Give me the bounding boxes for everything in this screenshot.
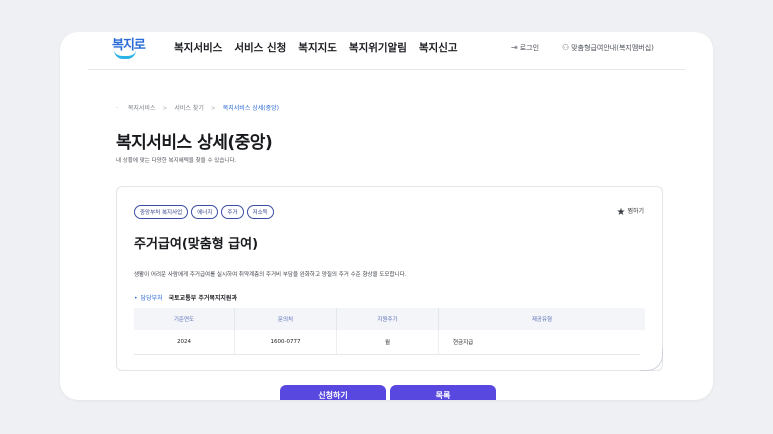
department-label: 담당부처 xyxy=(140,295,163,302)
breadcrumb-separator: > xyxy=(210,105,216,112)
person-icon: ⚇ xyxy=(562,43,570,52)
favorite-label: 찜하기 xyxy=(627,208,644,215)
department-value: 국토교통부 주거복지지원과 xyxy=(168,295,237,302)
cell-year: 2024 xyxy=(134,330,235,355)
service-info-table: 기준연도 문의처 지원주기 제공유형 2024 1600-0777 월 현금지급 xyxy=(134,308,645,355)
page-subtitle: 내 상황에 맞는 다양한 복지혜택을 찾을 수 있습니다. xyxy=(116,158,237,164)
breadcrumb-item-2[interactable]: 서비스 찾기 xyxy=(174,105,204,112)
main-nav: 복지서비스 서비스 신청 복지지도 복지위기알림 복지신고 xyxy=(174,40,458,55)
breadcrumb-separator: > xyxy=(162,105,168,112)
cell-contact: 1600-0777 xyxy=(234,330,337,355)
site-header: 복지로 복지서비스 서비스 신청 복지지도 복지위기알림 복지신고 ⇥ 로그인 ⚇… xyxy=(60,32,713,70)
service-description: 생활이 어려운 사람에게 주거급여를 실시하여 취약계층의 주거비 부담을 완화… xyxy=(134,272,407,278)
column-header-year: 기준연도 xyxy=(134,308,235,330)
nav-item-welfare-report[interactable]: 복지신고 xyxy=(419,40,458,55)
page-title: 복지서비스 상세(중앙) xyxy=(116,133,273,153)
table-header-row: 기준연도 문의처 지원주기 제공유형 xyxy=(134,308,645,330)
bullet-icon: • xyxy=(134,295,138,302)
nav-item-welfare-map[interactable]: 복지지도 xyxy=(298,40,337,55)
guide-label: 맞춤형급여안내(복지멤버십) xyxy=(571,44,654,52)
star-icon: ★ xyxy=(616,207,626,218)
column-header-type: 제공유형 xyxy=(438,308,645,330)
card-corner xyxy=(640,348,663,371)
table-row: 2024 1600-0777 월 현금지급 xyxy=(134,330,645,355)
login-link[interactable]: ⇥ 로그인 xyxy=(511,43,539,53)
column-header-contact: 문의처 xyxy=(234,308,337,330)
breadcrumb: · 복지서비스 > 서비스 찾기 > 복지서비스 상세(중앙) xyxy=(116,103,279,112)
service-tags: 중앙부처 복지사업 에너지 주거 저소득 xyxy=(134,205,274,219)
department-info: • 담당부처 국토교통부 주거복지지원과 xyxy=(134,293,237,302)
login-label: 로그인 xyxy=(519,44,540,52)
site-logo[interactable]: 복지로 xyxy=(112,34,146,59)
tag-ministry-program[interactable]: 중앙부처 복지사업 xyxy=(134,205,189,219)
nav-item-crisis-alert[interactable]: 복지위기알림 xyxy=(349,40,407,55)
guide-link[interactable]: ⚇ 맞춤형급여안내(복지멤버십) xyxy=(562,43,654,53)
service-detail-card: 중앙부처 복지사업 에너지 주거 저소득 ★ 찜하기 주거급여(맞춤형 급여) 생… xyxy=(116,186,663,371)
apply-button[interactable]: 신청하기 xyxy=(280,385,386,400)
cell-type: 현금지급 xyxy=(438,330,645,355)
tag-energy[interactable]: 에너지 xyxy=(191,205,219,219)
header-divider xyxy=(88,69,685,70)
breadcrumb-item-1[interactable]: 복지서비스 xyxy=(128,105,156,112)
tag-low-income[interactable]: 저소득 xyxy=(246,205,274,219)
column-header-cycle: 지원주기 xyxy=(336,308,439,330)
nav-item-welfare-service[interactable]: 복지서비스 xyxy=(174,40,222,55)
browser-frame: 복지로 복지서비스 서비스 신청 복지지도 복지위기알림 복지신고 ⇥ 로그인 ⚇… xyxy=(60,32,713,400)
tag-housing[interactable]: 주거 xyxy=(221,205,244,219)
logo-smile-icon xyxy=(114,50,136,59)
service-title: 주거급여(맞춤형 급여) xyxy=(134,237,259,252)
login-icon: ⇥ xyxy=(511,43,518,52)
breadcrumb-home[interactable]: · xyxy=(116,105,118,112)
nav-item-service-apply[interactable]: 서비스 신청 xyxy=(234,40,286,55)
breadcrumb-current: 복지서비스 상세(중앙) xyxy=(222,105,279,112)
list-button[interactable]: 목록 xyxy=(390,385,496,400)
favorite-button[interactable]: ★ 찜하기 xyxy=(616,206,644,218)
cell-cycle: 월 xyxy=(336,330,439,355)
